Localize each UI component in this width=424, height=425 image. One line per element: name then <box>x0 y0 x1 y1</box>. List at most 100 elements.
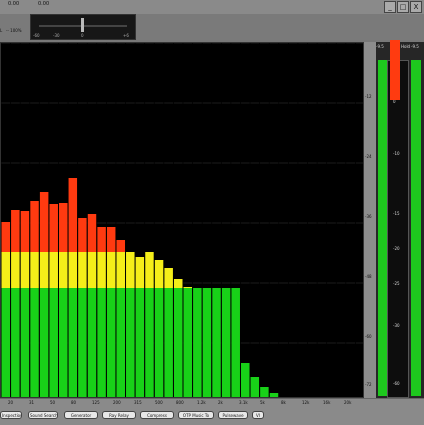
band-green-segment <box>30 288 39 397</box>
band-green-segment <box>164 288 173 397</box>
pulsewave-button[interactable]: Pulsewave <box>218 411 248 419</box>
band-yellow-segment <box>106 252 116 288</box>
frequency-label: 12k <box>302 400 310 405</box>
band-yellow-segment <box>97 252 106 288</box>
frequency-label: 20k <box>344 400 352 405</box>
spectrum-graph[interactable] <box>0 42 364 398</box>
band-green-segment <box>145 288 154 397</box>
meter-right-level <box>411 60 421 396</box>
band-yellow-segment <box>135 257 145 288</box>
meter-scale-tick: -25 <box>393 281 400 286</box>
band-yellow-segment <box>164 268 173 288</box>
meter-right-peak: -9.5 <box>411 44 419 49</box>
frequency-label: 31 <box>29 400 35 405</box>
band-red-segment <box>58 203 68 252</box>
band-green-segment <box>39 288 49 397</box>
band-red-segment <box>39 192 49 252</box>
meter-scale-tick: -20 <box>393 246 400 251</box>
band-green-segment <box>1 288 11 397</box>
inspection-button[interactable]: Inspection <box>0 411 22 419</box>
otp-music-button[interactable]: OTP Music To <box>178 411 214 419</box>
band-yellow-segment <box>78 252 87 288</box>
title-label-1: 0.00 <box>8 1 20 7</box>
band-green-segment <box>20 288 30 397</box>
frequency-label: 200 <box>113 400 121 405</box>
db-scale-label: -12 <box>365 94 372 99</box>
meter-right <box>411 60 421 396</box>
gain-tick: -30 <box>53 33 60 38</box>
frequency-label: 5k <box>260 400 265 405</box>
db-scale-label: -24 <box>365 154 372 159</box>
gain-tick: 0 <box>81 33 84 38</box>
band-red-segment <box>20 211 30 252</box>
band-green-segment <box>126 288 135 397</box>
band-red-segment <box>106 227 116 252</box>
spectrum-analyzer-window: 0.00 0.00 _ □ X L -- 100% -60 -30 0 +6 -… <box>0 0 424 425</box>
band-red-segment <box>11 210 20 252</box>
frequency-label: 8k <box>281 400 286 405</box>
compress-button[interactable]: Compress <box>140 411 174 419</box>
sound-search-button[interactable]: Sound Search <box>28 411 58 419</box>
frequency-label: 500 <box>155 400 163 405</box>
band-green-segment <box>221 288 231 397</box>
minimize-button[interactable]: _ <box>384 1 396 13</box>
band-red-segment <box>1 222 11 252</box>
gain-slider-thumb[interactable] <box>81 18 84 32</box>
band-green-segment <box>106 288 116 397</box>
band-green-segment <box>11 288 20 397</box>
band-yellow-segment <box>173 279 183 288</box>
close-button[interactable]: X <box>410 1 422 13</box>
gain-tick: +6 <box>123 33 129 38</box>
band-red-segment <box>78 218 87 252</box>
band-red-segment <box>87 214 97 252</box>
bottom-toolbar: 20 31 50 80 125 200 315 500 800 1.2k 2k 3.1k 5k 8k 12k… <box>0 398 424 425</box>
band-yellow-segment <box>68 252 78 288</box>
frequency-label: 800 <box>176 400 184 405</box>
band-green-segment <box>260 387 269 397</box>
band-yellow-segment <box>126 252 135 288</box>
band-yellow-segment <box>183 287 193 288</box>
band-green-segment <box>58 288 68 397</box>
band-green-segment <box>240 363 250 397</box>
maximize-button[interactable]: □ <box>397 1 409 13</box>
title-bar: 0.00 0.00 _ □ X <box>0 0 424 15</box>
meter-scale-tick: -10 <box>393 151 400 156</box>
band-yellow-segment <box>145 252 154 288</box>
meter-scale-tick: -60 <box>393 381 400 386</box>
band-green-segment <box>68 288 78 397</box>
meter-db-scale: 0 -10 -15 -20 -25 -30 -60 <box>387 60 409 398</box>
frequency-label: 20 <box>8 400 14 405</box>
frequency-label: 1.2k <box>197 400 206 405</box>
db-scale-label: -72 <box>365 382 372 387</box>
band-yellow-segment <box>1 252 11 288</box>
band-green-segment <box>87 288 97 397</box>
band-green-segment <box>250 377 260 397</box>
frequency-label: 125 <box>92 400 100 405</box>
band-yellow-segment <box>49 252 58 288</box>
frequency-label: 80 <box>71 400 77 405</box>
band-green-segment <box>231 288 240 397</box>
ray-relay-button[interactable]: Ray Relay <box>102 411 136 419</box>
generator-button[interactable]: Generator <box>64 411 98 419</box>
frequency-label: 50 <box>50 400 56 405</box>
band-red-segment <box>116 240 126 252</box>
db-scale: -12 -24 -36 -48 -60 -72 <box>364 42 376 398</box>
db-scale-label: -36 <box>365 214 372 219</box>
title-label-2: 0.00 <box>38 1 50 7</box>
band-green-segment <box>212 288 221 397</box>
vi-button[interactable]: VI <box>252 411 264 419</box>
band-yellow-segment <box>20 252 30 288</box>
channel-percent: -- 100% <box>6 28 22 33</box>
band-yellow-segment <box>87 252 97 288</box>
frequency-label: 315 <box>134 400 142 405</box>
frequency-label: 3.1k <box>239 400 248 405</box>
meter-left-peak: -9.5 <box>376 44 384 49</box>
band-green-segment <box>97 288 106 397</box>
band-green-segment <box>154 288 164 397</box>
frequency-label: 2k <box>218 400 223 405</box>
db-scale-label: -48 <box>365 274 372 279</box>
channel-label-left: L <box>0 28 3 33</box>
meter-scale-tick: -15 <box>393 211 400 216</box>
band-red-segment <box>30 201 39 252</box>
band-red-segment <box>97 227 106 252</box>
